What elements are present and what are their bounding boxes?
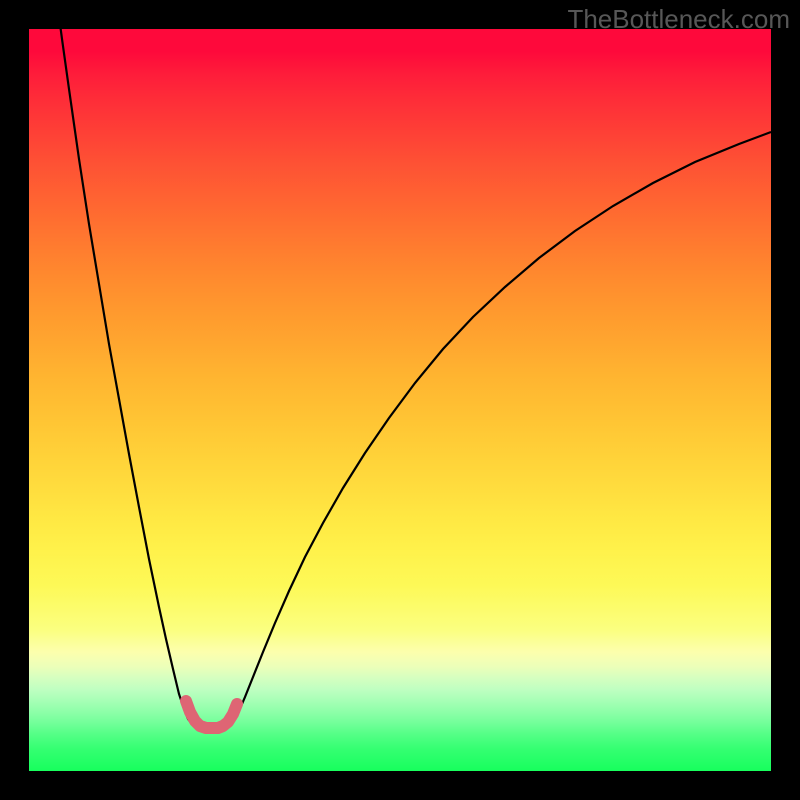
chart-frame: TheBottleneck.com: [0, 0, 800, 800]
chart-svg: [29, 29, 771, 771]
series-valley-marker: [186, 701, 237, 728]
watermark-text: TheBottleneck.com: [567, 4, 790, 35]
chart-plot-area: [29, 29, 771, 771]
series-curve: [58, 9, 771, 729]
